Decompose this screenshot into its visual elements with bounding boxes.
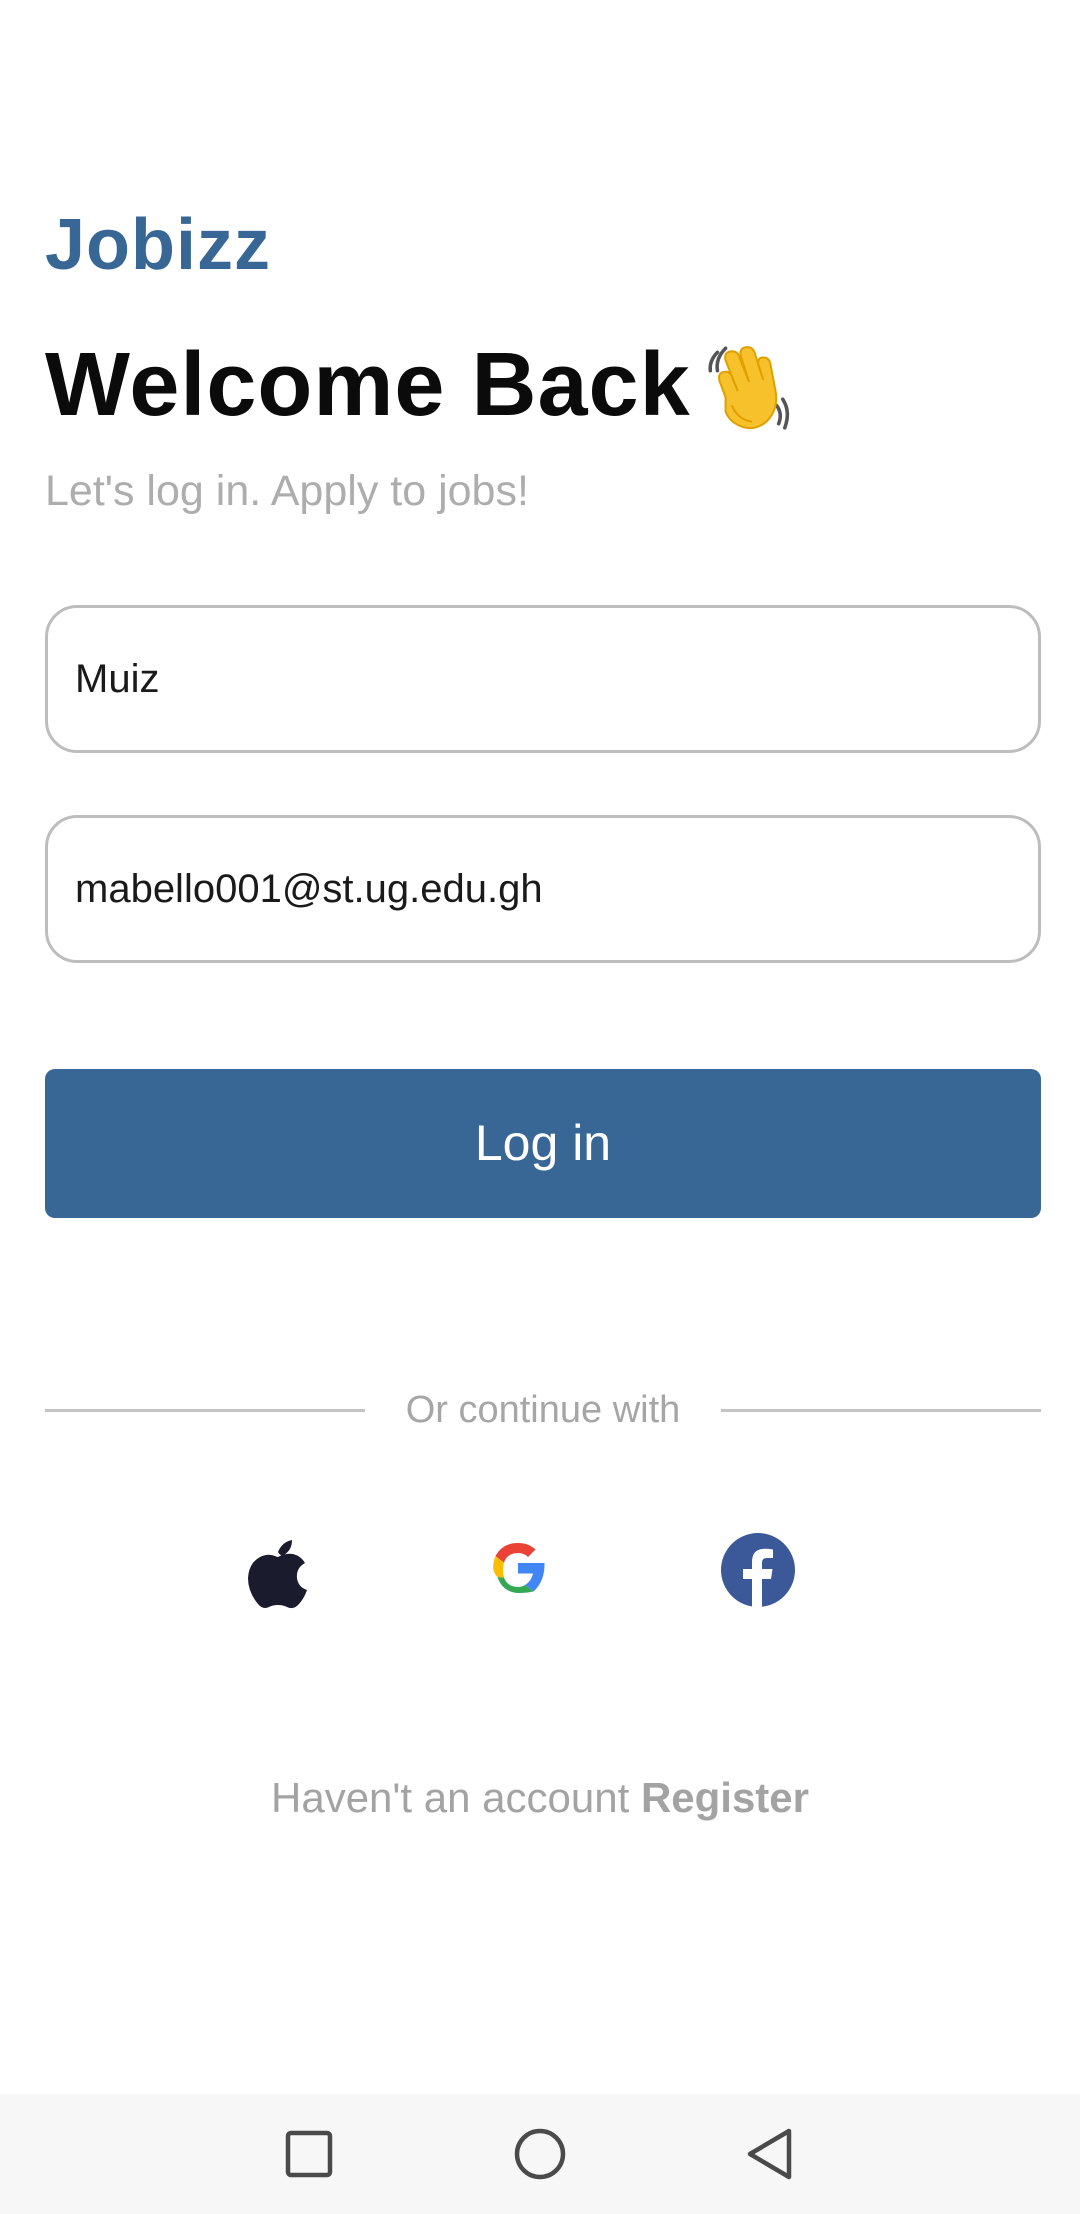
name-input[interactable] [75, 608, 1005, 750]
page-subtitle: Let's log in. Apply to jobs! [45, 467, 529, 515]
system-navigation-bar [0, 2094, 1080, 2214]
home-icon [514, 2128, 566, 2180]
login-screen: Jobizz Welcome Back Let's log in. Apply … [0, 0, 1080, 2214]
recent-apps-icon [285, 2130, 333, 2178]
app-logo-text: Jobizz [45, 205, 272, 285]
apple-login-button[interactable] [238, 1530, 318, 1610]
waving-hand-icon [695, 334, 797, 436]
register-prompt: Haven't an account Register [0, 1772, 1080, 1824]
email-input[interactable] [75, 818, 1005, 960]
name-field[interactable] [45, 605, 1041, 753]
apple-icon [248, 1540, 307, 1609]
welcome-heading: Welcome Back [45, 330, 797, 440]
recent-apps-button[interactable] [269, 2114, 349, 2194]
register-prompt-text: Haven't an account [271, 1774, 630, 1821]
continue-with-divider: Or continue with [45, 1385, 1041, 1435]
back-icon [747, 2128, 792, 2180]
home-button[interactable] [500, 2114, 580, 2194]
page-title: Welcome Back [45, 335, 691, 435]
google-icon [493, 1543, 545, 1593]
login-button[interactable]: Log in [45, 1069, 1041, 1218]
facebook-icon [721, 1533, 795, 1608]
email-field[interactable] [45, 815, 1041, 963]
back-button[interactable] [730, 2114, 810, 2194]
divider-line-right [721, 1409, 1041, 1412]
register-link[interactable]: Register [641, 1774, 809, 1821]
facebook-login-button[interactable] [718, 1530, 798, 1610]
google-login-button[interactable] [478, 1530, 558, 1610]
